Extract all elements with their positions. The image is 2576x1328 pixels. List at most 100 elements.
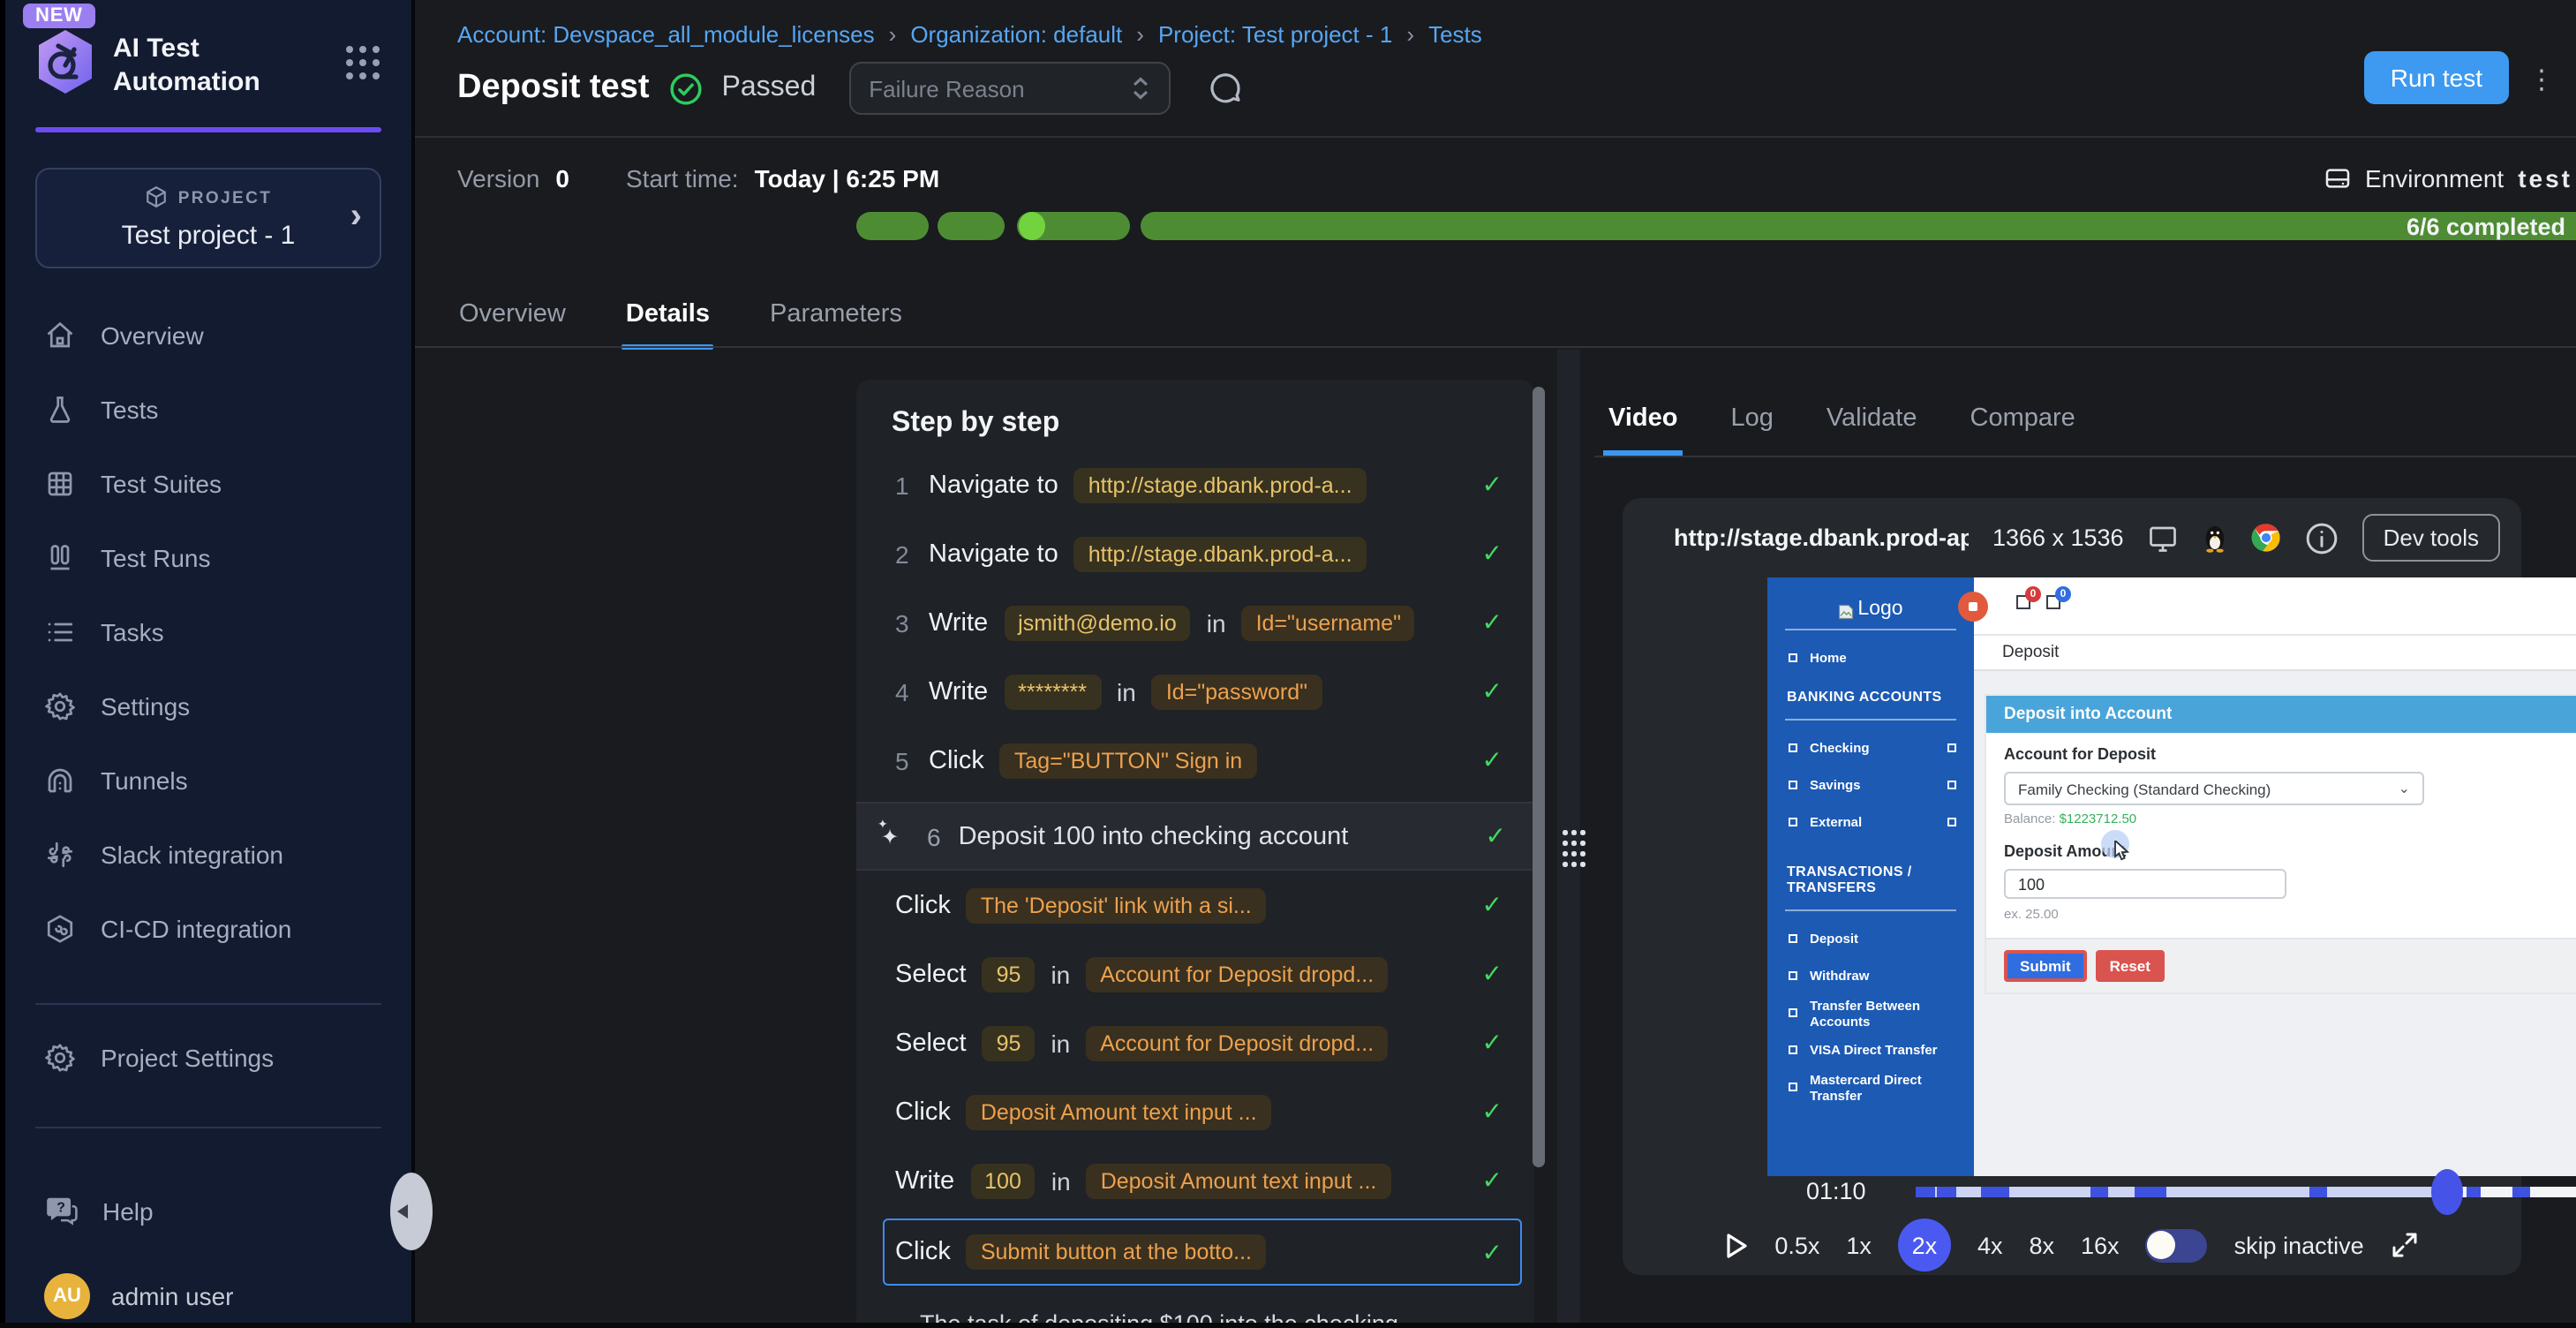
- sidebar-item-tunnels[interactable]: Tunnels: [35, 743, 381, 817]
- tab-video[interactable]: Video: [1608, 404, 1677, 456]
- run-test-button[interactable]: Run test: [2364, 51, 2509, 104]
- bank-nav-visa: VISA Direct Transfer: [1767, 1031, 1974, 1068]
- sidebar-divider: [35, 1002, 381, 1004]
- step-row-1[interactable]: 1 Navigate to http://stage.dbank.prod-a.…: [892, 450, 1506, 519]
- sidebar-item-tasks[interactable]: Tasks: [35, 594, 381, 668]
- meta-row: Version 0 Start time: Today | 6:25 PM: [457, 161, 939, 196]
- video-timeline: 01:10 01:33: [1623, 1169, 2521, 1215]
- tab-validate[interactable]: Validate: [1827, 404, 1917, 456]
- breadcrumb-organization[interactable]: Organization: default: [910, 21, 1122, 48]
- ai-sparkle-icon: [881, 824, 909, 849]
- panel-resize-grip-icon[interactable]: [1563, 830, 1567, 834]
- bank-heading-accounts: BANKING ACCOUNTS: [1767, 676, 1974, 710]
- sidebar-item-overview[interactable]: Overview: [35, 298, 381, 372]
- step-row-2[interactable]: 2 Navigate to http://stage.dbank.prod-a.…: [892, 519, 1506, 588]
- bank-heading-transactions: TRANSACTIONS / TRANSFERS: [1767, 841, 1974, 901]
- substep-row-6-selected[interactable]: Click Submit button at the botto...: [883, 1219, 1522, 1286]
- player-controls: 0.5x 1x 2x 4x 8x 16x skip inactive: [1623, 1219, 2521, 1271]
- tab-compare[interactable]: Compare: [1970, 404, 2075, 456]
- video-url: http://stage.dbank.prod-apps.relicx.ai:8…: [1674, 524, 1970, 551]
- substep-row-5[interactable]: Write 100 in Deposit Amount text input .…: [892, 1146, 1506, 1215]
- deposit-card-title: Deposit into Account: [1986, 696, 2576, 733]
- comment-icon[interactable]: [1208, 71, 1243, 106]
- sidebar-item-test-suites[interactable]: Test Suites: [35, 446, 381, 520]
- tab-details[interactable]: Details: [626, 300, 710, 350]
- monitor-icon: [2147, 522, 2179, 554]
- app-logo-icon: [35, 28, 95, 104]
- sidebar-collapse-handle[interactable]: [390, 1173, 433, 1250]
- bank-nav-deposit: Deposit: [1767, 920, 1974, 957]
- chrome-browser-icon: [2251, 523, 2281, 553]
- tab-overview[interactable]: Overview: [459, 300, 566, 350]
- start-time-value: Today | 6:25 PM: [755, 164, 940, 192]
- speed-8x[interactable]: 8x: [2029, 1232, 2054, 1258]
- step-selector-chip: Deposit Amount text input ...: [1087, 1163, 1391, 1198]
- dev-tools-button[interactable]: Dev tools: [2362, 514, 2500, 562]
- scrollbar-thumb[interactable]: [1533, 387, 1545, 1167]
- substep-row-4[interactable]: Click Deposit Amount text input ...: [892, 1077, 1506, 1146]
- sidebar-item-project-settings[interactable]: Project Settings: [35, 1027, 381, 1090]
- step-row-4[interactable]: 4 Write ******** in Id="password": [892, 657, 1506, 726]
- speed-1x[interactable]: 1x: [1846, 1232, 1872, 1258]
- slack-icon: [44, 838, 76, 870]
- recording-indicator-icon: [1958, 592, 1988, 622]
- kebab-menu-icon[interactable]: [2528, 64, 2555, 95]
- test-progress-bar: [856, 212, 2576, 244]
- breadcrumb-separator: ›: [1406, 21, 1414, 48]
- flask-icon: [44, 393, 76, 425]
- tab-log[interactable]: Log: [1730, 404, 1773, 456]
- sidebar-item-tests[interactable]: Tests: [35, 372, 381, 446]
- info-icon[interactable]: [2304, 520, 2339, 555]
- sidebar-item-help[interactable]: ? Help: [35, 1180, 381, 1242]
- sidebar-item-cicd-integration[interactable]: CI-CD integration: [35, 891, 381, 965]
- video-player-card: http://stage.dbank.prod-apps.relicx.ai:8…: [1623, 498, 2521, 1275]
- fullscreen-icon[interactable]: [2391, 1231, 2419, 1259]
- bank-logo: Logo: [1767, 577, 1974, 620]
- bank-nav-transfer: Transfer Between Accounts: [1767, 994, 1974, 1031]
- app-grid-icon[interactable]: [344, 43, 381, 89]
- step-selector-chip: The 'Deposit' link with a si...: [967, 887, 1266, 923]
- bank-nav-savings: Savings: [1767, 766, 1974, 804]
- step-row-3[interactable]: 3 Write jsmith@demo.io in Id="username": [892, 588, 1506, 657]
- speed-16x[interactable]: 16x: [2081, 1232, 2120, 1258]
- bank-window-icon: 0: [2016, 595, 2030, 609]
- bank-nav-checking: Checking: [1767, 729, 1974, 766]
- breadcrumb-account[interactable]: Account: Devspace_all_module_licenses: [457, 21, 875, 48]
- step-selector-chip: Tag="BUTTON" Sign in: [1000, 743, 1256, 778]
- step-row-5[interactable]: 5 Click Tag="BUTTON" Sign in: [892, 726, 1506, 795]
- passed-check-icon: [669, 72, 703, 105]
- app-title: AI Test Automation: [113, 34, 327, 100]
- project-selector[interactable]: PROJECT Test project - 1: [35, 167, 381, 268]
- step-group-row[interactable]: 6 Deposit 100 into checking account: [856, 802, 1534, 871]
- play-icon[interactable]: [1725, 1232, 1748, 1258]
- sidebar-item-slack-integration[interactable]: Slack integration: [35, 817, 381, 891]
- speed-2x-active[interactable]: 2x: [1898, 1219, 1951, 1271]
- current-time: 01:10: [1806, 1178, 1866, 1204]
- grid-icon: [44, 467, 76, 499]
- tab-parameters[interactable]: Parameters: [770, 300, 902, 350]
- seek-handle[interactable]: [2431, 1169, 2463, 1215]
- substep-row-3[interactable]: Select 95 in Account for Deposit dropd..…: [892, 1008, 1506, 1077]
- sidebar-item-test-runs[interactable]: Test Runs: [35, 520, 381, 594]
- progress-highlight: [1019, 212, 1045, 240]
- skip-inactive-toggle[interactable]: [2146, 1228, 2208, 1262]
- speed-0-5x[interactable]: 0.5x: [1774, 1232, 1819, 1258]
- breadcrumb-tests[interactable]: Tests: [1428, 21, 1482, 48]
- video-resolution: 1366 x 1536: [1992, 524, 2124, 551]
- failure-reason-select[interactable]: Failure Reason: [849, 62, 1171, 115]
- user-menu[interactable]: AU admin user: [35, 1265, 381, 1328]
- bank-page-title: Deposit: [2002, 643, 2059, 662]
- seek-track[interactable]: [1916, 1187, 2576, 1197]
- breadcrumb-project[interactable]: Project: Test project - 1: [1158, 21, 1392, 48]
- sidebar-item-settings[interactable]: Settings: [35, 668, 381, 743]
- sidebar-divider: [35, 1127, 381, 1128]
- bank-sidebar: Logo Home BANKING ACCOUNTS Checking Savi…: [1767, 577, 1974, 1176]
- substep-row-1[interactable]: Click The 'Deposit' link with a si...: [892, 871, 1506, 939]
- mouse-cursor-icon: [2113, 839, 2131, 871]
- bank-topbar: 0 0 User Avat: [1974, 577, 2576, 636]
- success-check-icon: [1482, 676, 1503, 706]
- version-value: 0: [555, 164, 569, 192]
- gear-icon: [44, 690, 76, 721]
- substep-row-2[interactable]: Select 95 in Account for Deposit dropd..…: [892, 939, 1506, 1008]
- speed-4x[interactable]: 4x: [1977, 1232, 2003, 1258]
